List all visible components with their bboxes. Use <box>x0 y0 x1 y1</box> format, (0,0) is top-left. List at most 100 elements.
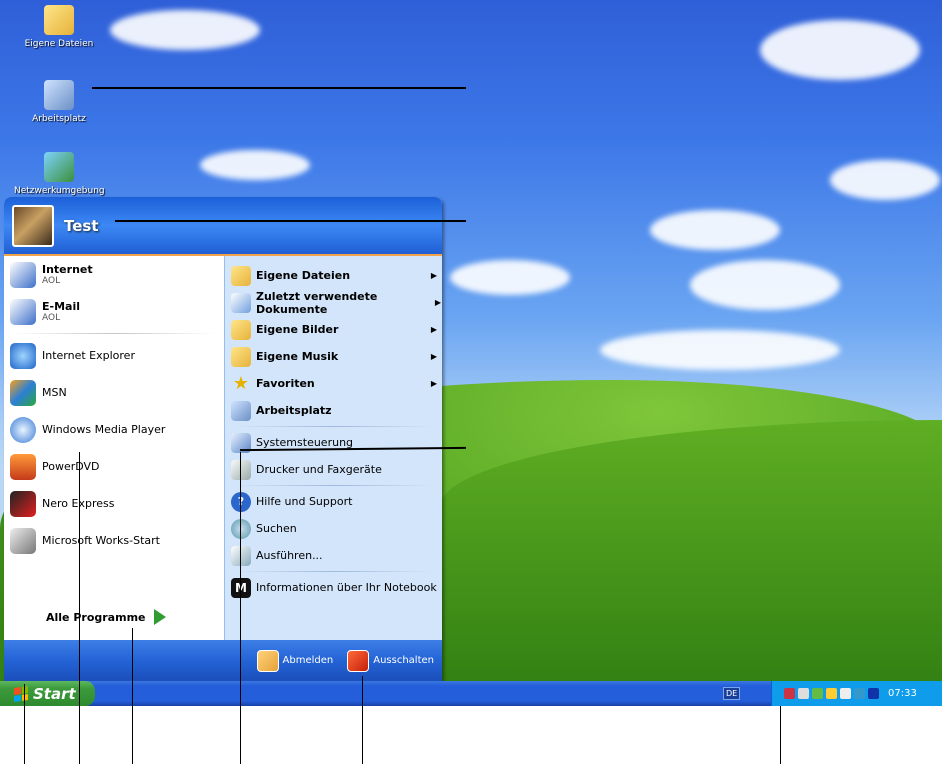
media-player-icon <box>10 416 36 443</box>
tray-app-icon[interactable] <box>854 688 865 699</box>
callout-line <box>240 452 241 764</box>
callout-line <box>24 684 25 764</box>
recent-powerdvd[interactable]: PowerDVD <box>4 448 224 485</box>
cloud <box>690 260 840 310</box>
chevron-right-icon: ▶ <box>430 352 437 361</box>
run-icon <box>231 545 251 566</box>
tray-app-icon[interactable] <box>840 688 851 699</box>
internet-explorer-icon <box>10 342 36 369</box>
desktop-screenshot: Eigene Dateien Arbeitsplatz Netzwerkumge… <box>0 0 942 706</box>
cloud <box>650 210 780 250</box>
help-icon: ? <box>231 491 251 512</box>
callout-line <box>115 220 466 222</box>
search-icon <box>231 518 251 539</box>
tray-app-icon[interactable] <box>868 688 879 699</box>
place-eigene-bilder[interactable]: Eigene Bilder ▶ <box>225 316 442 343</box>
place-eigene-dateien[interactable]: Eigene Dateien ▶ <box>225 262 442 289</box>
separator <box>235 426 433 427</box>
cloud <box>110 10 260 50</box>
recent-nero-express[interactable]: Nero Express <box>4 485 224 522</box>
recent-microsoft-works[interactable]: Microsoft Works-Start <box>4 522 224 559</box>
help-hilfe-support[interactable]: ? Hilfe und Support <box>225 488 442 515</box>
clock[interactable]: 07:33 <box>888 688 917 699</box>
item-sublabel: AOL <box>42 276 61 286</box>
separator <box>235 485 433 486</box>
callout-line <box>780 706 781 764</box>
desktop-icon-eigene-dateien[interactable]: Eigene Dateien <box>14 5 104 49</box>
nero-icon <box>10 490 36 517</box>
green-arrow-icon <box>153 609 166 625</box>
recent-msn[interactable]: MSN <box>4 374 224 411</box>
cloud <box>600 330 840 370</box>
chevron-right-icon: ▶ <box>430 325 437 334</box>
language-indicator[interactable]: DE <box>723 687 741 700</box>
separator <box>12 333 216 334</box>
computer-icon <box>231 400 251 421</box>
start-menu-header: Test <box>4 197 442 256</box>
oem-notebook-info[interactable]: M Informationen über Ihr Notebook <box>225 574 442 601</box>
item-sublabel: AOL <box>42 313 61 323</box>
recent-documents-icon <box>231 292 251 313</box>
settings-drucker-faxgeraete[interactable]: Drucker und Faxgeräte <box>225 456 442 483</box>
tray-app-icon[interactable] <box>826 688 837 699</box>
place-recent-documents[interactable]: Zuletzt verwendete Dokumente ▶ <box>225 289 442 316</box>
power-icon <box>347 649 370 672</box>
computer-icon <box>44 80 74 110</box>
desktop-icon-arbeitsplatz[interactable]: Arbeitsplatz <box>14 80 104 124</box>
start-menu-footer: Abmelden Ausschalten <box>4 640 442 681</box>
green-hill <box>440 420 942 706</box>
msn-butterfly-icon <box>10 379 36 406</box>
tray-app-icon[interactable] <box>784 688 795 699</box>
chevron-right-icon: ▶ <box>434 298 441 307</box>
item-label: Internet <box>42 263 93 276</box>
cloud <box>760 20 920 80</box>
all-programs-button[interactable]: Alle Programme <box>4 594 224 640</box>
start-menu-left-pane: Internet AOL E-Mail AOL Internet Explore… <box>4 256 224 640</box>
pinned-email[interactable]: E-Mail AOL <box>4 293 224 330</box>
chevron-right-icon: ▶ <box>430 271 437 280</box>
recent-internet-explorer[interactable]: Internet Explorer <box>4 337 224 374</box>
pinned-internet[interactable]: Internet AOL <box>4 256 224 293</box>
callout-line <box>92 87 466 89</box>
start-menu: Test Internet AOL E-Mail AOL Internet Ex… <box>4 197 442 681</box>
aol-icon <box>10 261 36 288</box>
star-icon: ★ <box>232 372 250 394</box>
works-icon <box>10 527 36 554</box>
powerdvd-icon <box>10 453 36 480</box>
start-button[interactable]: Start <box>0 681 95 706</box>
user-avatar-icon[interactable] <box>12 204 54 247</box>
music-folder-icon <box>231 346 251 367</box>
cloud <box>450 260 570 295</box>
logoff-button[interactable]: Abmelden <box>256 649 333 672</box>
tray-app-icon[interactable] <box>812 688 823 699</box>
notebook-logo-icon: M <box>231 577 251 598</box>
callout-line <box>132 628 133 764</box>
place-favoriten[interactable]: ★ Favoriten ▶ <box>225 370 442 397</box>
callout-line <box>362 676 363 764</box>
help-suchen[interactable]: Suchen <box>225 515 442 542</box>
cloud <box>830 160 940 200</box>
pictures-folder-icon <box>231 319 251 340</box>
chevron-right-icon: ▶ <box>430 379 437 388</box>
tray-app-icon[interactable] <box>798 688 809 699</box>
recent-windows-media-player[interactable]: Windows Media Player <box>4 411 224 448</box>
help-ausfuehren[interactable]: Ausführen... <box>225 542 442 569</box>
aol-mail-icon <box>10 298 36 325</box>
system-tray: 07:33 <box>771 681 942 706</box>
windows-logo-icon <box>14 685 28 702</box>
place-arbeitsplatz[interactable]: Arbeitsplatz <box>225 397 442 424</box>
cloud <box>200 150 310 180</box>
folder-icon <box>44 5 74 35</box>
desktop-icon-netzwerkumgebung[interactable]: Netzwerkumgebung <box>14 152 105 196</box>
place-eigene-musik[interactable]: Eigene Musik ▶ <box>225 343 442 370</box>
separator <box>235 571 433 572</box>
key-icon <box>256 649 279 672</box>
callout-line <box>79 452 80 764</box>
folder-icon <box>231 265 251 286</box>
settings-systemsteuerung[interactable]: Systemsteuerung <box>225 429 442 456</box>
network-icon <box>44 152 74 182</box>
printer-icon <box>231 459 251 480</box>
shutdown-button[interactable]: Ausschalten <box>347 649 434 672</box>
item-label: E-Mail <box>42 300 80 313</box>
username: Test <box>64 216 99 235</box>
